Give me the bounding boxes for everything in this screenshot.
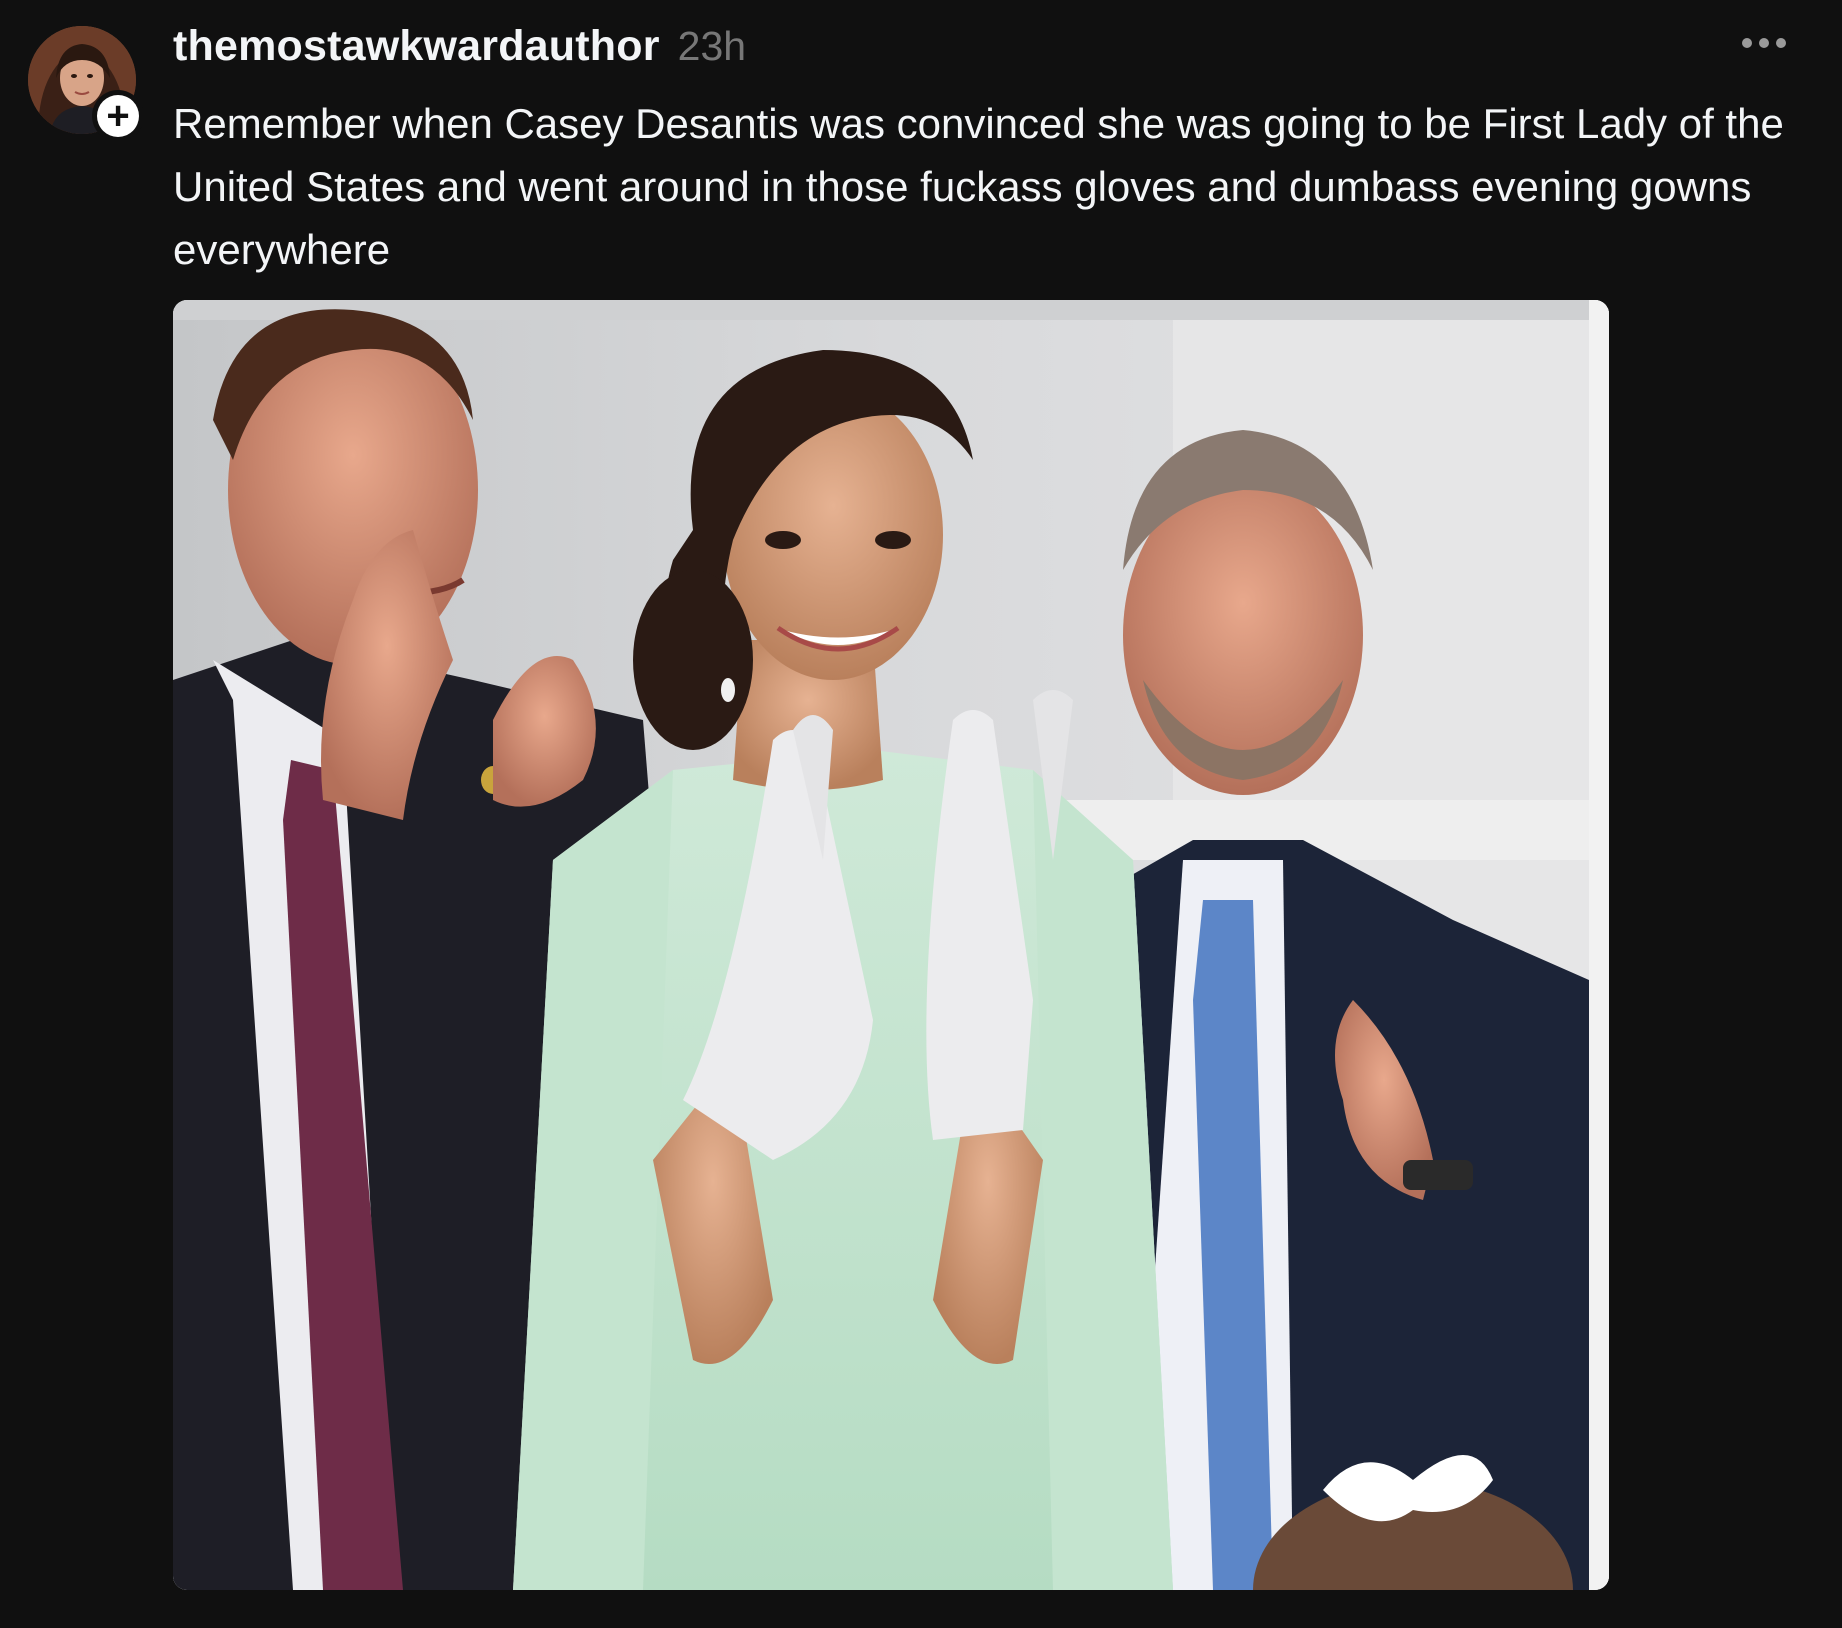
thread-post: + themostawkwardauthor 23h Remember when… xyxy=(0,0,1842,1628)
dot xyxy=(1759,38,1769,48)
follow-button[interactable]: + xyxy=(92,90,144,142)
dot xyxy=(1776,38,1786,48)
post-timestamp[interactable]: 23h xyxy=(678,23,746,70)
dot xyxy=(1742,38,1752,48)
author-username[interactable]: themostawkwardauthor xyxy=(173,22,660,71)
ellipsis-icon[interactable] xyxy=(1742,38,1786,48)
author-avatar-group[interactable]: + xyxy=(28,26,144,142)
post-header: themostawkwardauthor 23h xyxy=(173,22,746,71)
post-image[interactable] xyxy=(173,300,1609,1590)
post-text: Remember when Casey Desantis was convinc… xyxy=(173,100,1784,273)
plus-icon: + xyxy=(97,95,139,137)
